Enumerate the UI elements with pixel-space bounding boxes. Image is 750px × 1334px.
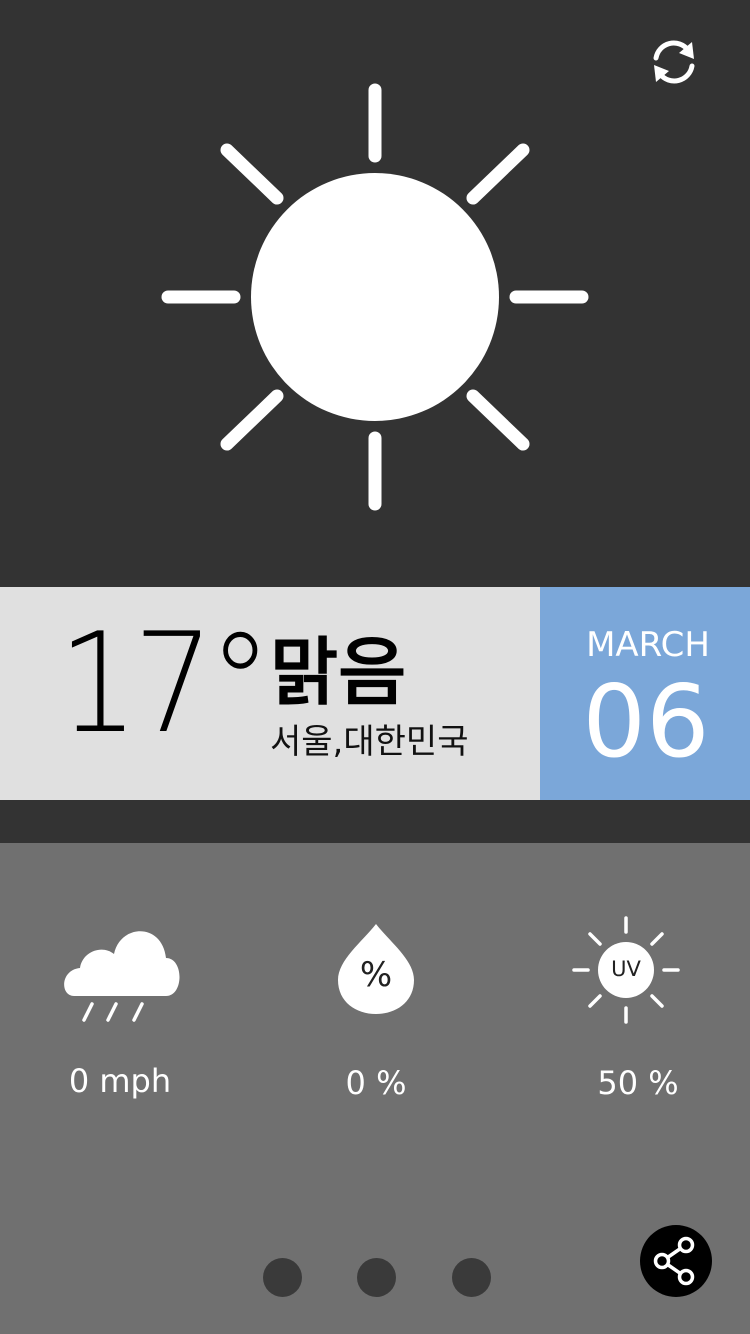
wind-value: 0 mph [68, 1062, 172, 1100]
month-label: MARCH [586, 625, 710, 665]
page-dot-2[interactable] [357, 1258, 396, 1297]
share-icon [653, 1236, 695, 1286]
page-dot-1[interactable] [263, 1258, 302, 1297]
uv-label: UV [611, 957, 641, 981]
condition-label: 맑음 [270, 630, 407, 716]
humidity-symbol: % [359, 955, 393, 995]
refresh-button[interactable] [644, 32, 704, 92]
temperature-label: 17° [58, 603, 272, 764]
uv-sun: UV [572, 916, 680, 1024]
sun-icon [161, 83, 589, 511]
day-label: 06 [582, 663, 710, 780]
humidity-value: 0 % [345, 1064, 407, 1102]
rain-cloud-icon [64, 931, 180, 1022]
humidity-drop: % [334, 922, 418, 1016]
uv-value: 50 % [597, 1064, 679, 1102]
page-dot-3[interactable] [452, 1258, 491, 1297]
refresh-icon [653, 40, 695, 84]
share-button[interactable] [640, 1225, 712, 1297]
location-label: 서울,대한민국 [270, 722, 469, 762]
